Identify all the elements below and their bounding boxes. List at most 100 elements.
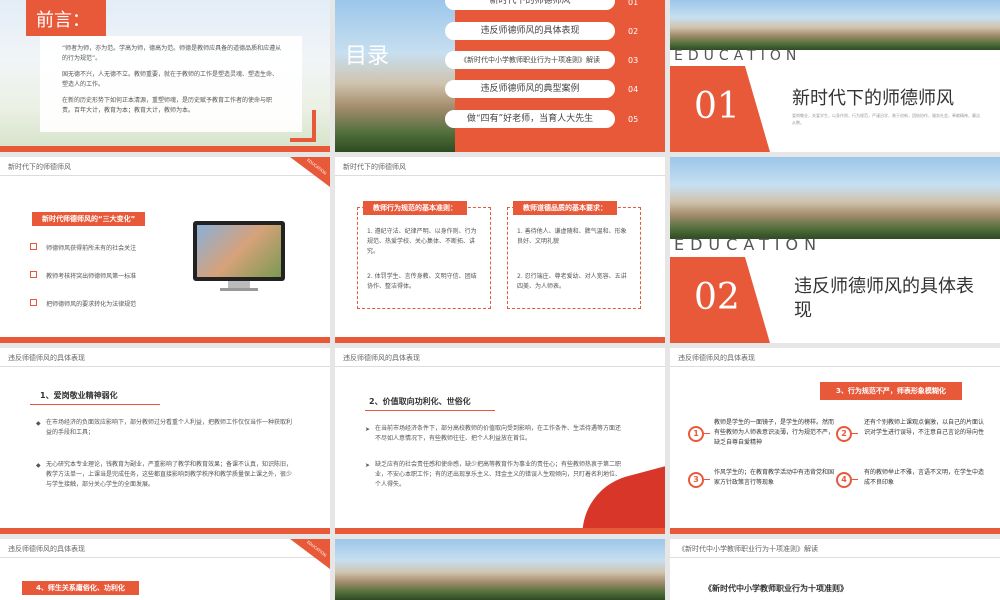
section-02-photo [670, 157, 1000, 239]
slide9-header-line [670, 366, 1000, 367]
slide9-item-3: 作风学生的；在教育教学活动中有违背党和国家方针政策言行等现象 [714, 469, 835, 486]
toc-item-2[interactable]: 违反师德师风的具体表现 [445, 22, 615, 40]
change-item-1-text: 师德师风获得前所未有的社会关注 [46, 245, 137, 252]
slide-utilitarian-values[interactable]: 违反师德师风的具体表现 2、价值取向功利化、世俗化 ➤ 在当前市场经济条件下，部… [335, 348, 665, 534]
change-item-3-text: 把师德师风的要求转化为法律规范 [46, 301, 137, 308]
slide4-header-line [0, 175, 330, 176]
slide-preface[interactable]: 前言： “师者为师，亦为范。学高为师，德高为范。师德是教师应具备的道德品质和应遵… [0, 0, 330, 152]
arrow-icon: ➤ [365, 426, 371, 433]
toc-item-1[interactable]: 新时代下的师德师风 [445, 0, 615, 10]
toc-num-4: 04 [628, 85, 639, 94]
slide8-bottom-bar [335, 528, 665, 534]
slide7-header: 违反师德师风的具体表现 [8, 354, 85, 362]
number-1-icon: 1 [688, 426, 704, 442]
slide-norms[interactable]: 新时代下的师德师风 教师行为规范的基本准则： 1. 遵纪守法、纪律严明、以身作则… [335, 157, 665, 343]
monitor-icon [193, 221, 285, 281]
contents-photo [335, 0, 455, 152]
slide4-header: 新时代下的师德师风 [8, 163, 71, 171]
toc-item-3[interactable]: 《新时代中小学教师职业行为十项准则》解读 [445, 51, 615, 69]
slide10-tag: 4、师生关系庸俗化、功利化 [22, 581, 139, 595]
toc-num-3: 03 [628, 56, 639, 65]
slide8-heading-line [365, 410, 495, 411]
change-item-3: 把师德师风的要求转化为法律规范 [30, 291, 136, 310]
slide-conduct-standards[interactable]: 违反师德师风的具体表现 3、行为规范不严，师表形象模糊化 1 教师是学生的一面镜… [670, 348, 1000, 534]
slide9-tag: 3、行为规范不严，师表形象模糊化 [820, 382, 962, 400]
slide8-header-line [335, 366, 665, 367]
preface-frame-corner [290, 110, 316, 142]
slide7-header-line [0, 366, 330, 367]
toc-item-4[interactable]: 违反师德师风的典型案例 [445, 80, 615, 98]
norms-box-2 [507, 207, 641, 309]
slide10-corner: EDUCATION [290, 539, 330, 569]
building-photo [335, 539, 665, 600]
slide-ten-guidelines[interactable]: 《新时代中小学教师职业行为十项准则》解读 《新时代中小学教师职业行为十项准则》 [670, 539, 1000, 600]
checkbox-icon [30, 299, 37, 306]
slide9-bottom-bar [670, 528, 1000, 534]
slide7-p1: 在市场经济的负面效应影响下，部分教师过分看重个人利益，把教师工作仅仅当作一种获取… [46, 419, 293, 436]
norms-box-1-item-1: 1. 遵纪守法、纪律严明、以身作则、行为规范、热爱学校、关心集体、不断拓、讲究。 [367, 228, 477, 255]
toc-num-5: 05 [628, 115, 639, 124]
slide4-corner: EDUCATION [290, 157, 330, 187]
connector-line [704, 433, 710, 434]
slide5-header: 新时代下的师德师风 [343, 163, 406, 171]
slide10-header-line [0, 557, 330, 558]
preface-p1: “师者为师，亦为范。学高为师，德高为范。师德是教师应具备的道德品质和应遵从的行为… [62, 45, 282, 62]
section-01-edu: EDUCATION [674, 48, 802, 64]
connector-line [704, 479, 710, 480]
monitor-base [220, 288, 258, 291]
three-changes-tag: 新时代师德师风的“三大变化” [32, 212, 146, 226]
section-02-edu: EDUCATION [674, 235, 823, 254]
change-item-2-text: 教师考核将突出师德师风第一标准 [46, 273, 137, 280]
preface-p3: 在新的历史形势下如何正本清源，重塑师魂，是历史赋予教育工作者的使命与职责。百年大… [62, 97, 273, 114]
slide9-item-4: 有的教师举止不雅，言语不文明，在学生中造成不良印象 [864, 469, 985, 486]
slide12-heading: 《新时代中小学教师职业行为十项准则》 [704, 584, 848, 593]
norms-box-1-item-2: 2. 体罚学生、言传身教、文明守信、团结协作、整洁得体。 [367, 273, 477, 290]
norms-box-2-item-2: 2. 忍行端庄、尊老爱幼、对人宽容、五讲四美、为人师表。 [517, 273, 627, 290]
preface-p2: 国无德不兴，人无德不立。教师重要，就在于教师的工作是塑造灵魂、塑造生命、塑造人的… [62, 71, 279, 88]
diamond-icon: ◆ [36, 462, 41, 469]
slide-dedication-weakened[interactable]: 违反师德师风的具体表现 1、爱岗敬业精神弱化 ◆ 在市场经济的负面效应影响下，部… [0, 348, 330, 534]
slide5-header-line [335, 175, 665, 176]
slide4-corner-label: EDUCATION [306, 157, 329, 176]
section-01-sub: 爱岗敬业，关爱学生，以身作则，行为规范，严谨治学，勇于创新，团结协作，服务社会，… [792, 113, 980, 125]
slide-three-changes[interactable]: 新时代下的师德师风 EDUCATION 新时代师德师风的“三大变化” 师德师风获… [0, 157, 330, 343]
checkbox-icon [30, 243, 37, 250]
toc-num-1: 01 [628, 0, 639, 7]
slide7-heading-line [30, 404, 160, 405]
number-2-icon: 2 [836, 426, 852, 442]
toc-num-2: 02 [628, 27, 639, 36]
slide9-item-2: 还有个别教师上课观点偏激，以自己的片面认识对学生进行误导，不注意自己言论的导向性 [864, 419, 985, 436]
diamond-icon: ◆ [36, 420, 41, 427]
slide7-heading: 1、爱岗敬业精神弱化 [40, 391, 118, 400]
slide-contents[interactable]: 目录 新时代下的师德师风 01 违反师德师风的具体表现 02 《新时代中小学教师… [335, 0, 665, 152]
section-01-num: 01 [694, 86, 740, 127]
connector-line [852, 479, 858, 480]
number-4-icon: 4 [836, 472, 852, 488]
toc-item-5[interactable]: 做“四有”好老师，当育人大先生 [445, 110, 615, 128]
slide-photo[interactable] [335, 539, 665, 600]
slide-teacher-student-relations[interactable]: 违反师德师风的具体表现 EDUCATION 4、师生关系庸俗化、功利化 [0, 539, 330, 600]
connector-line [852, 433, 858, 434]
norms-box-2-item-1: 1. 善待他人、谦虚随和、脾气温和、形象良好、文明礼貌 [517, 228, 627, 245]
slide9-item-1: 教师是学生的一面镜子，是学生的榜样。然而有些教师为人师表意识淡薄，行为规范不严，… [714, 419, 835, 446]
slide-section-01[interactable]: EDUCATION 01 新时代下的师德师风 爱岗敬业，关爱学生，以身作则，行为… [670, 0, 1000, 152]
arrow-icon: ➤ [365, 462, 371, 469]
slide7-p2: 无心研究本专业理论，钱教育为副业，严重影响了教学和教育效果；备课不认真，知识陈旧… [46, 461, 293, 488]
slide10-header: 违反师德师风的具体表现 [8, 545, 85, 553]
norms-box-1-title: 教师行为规范的基本准则： [363, 201, 467, 215]
section-01-photo [670, 0, 1000, 50]
slide9-header: 违反师德师风的具体表现 [678, 354, 755, 362]
number-3-icon: 3 [688, 472, 704, 488]
slide8-p2: 缺乏应有的社会责任感和使命感，缺少把高等教育作为事业的责任心；有些教师热衷于第二… [375, 461, 622, 488]
section-01-title: 新时代下的师德师风 [792, 88, 954, 109]
section-02-num: 02 [694, 277, 740, 318]
contents-title: 目录 [345, 44, 390, 69]
slide4-bottom-bar [0, 337, 330, 343]
norms-box-2-title: 教师道德品质的基本要求： [513, 201, 617, 215]
slide8-heading: 2、价值取向功利化、世俗化 [369, 397, 471, 406]
section-02-title: 违反师德师风的具体表现 [794, 276, 974, 321]
slide10-corner-label: EDUCATION [306, 539, 329, 558]
change-item-1: 师德师风获得前所未有的社会关注 [30, 235, 136, 254]
slide-section-02[interactable]: EDUCATION 02 违反师德师风的具体表现 [670, 157, 1000, 343]
change-item-2: 教师考核将突出师德师风第一标准 [30, 263, 136, 282]
